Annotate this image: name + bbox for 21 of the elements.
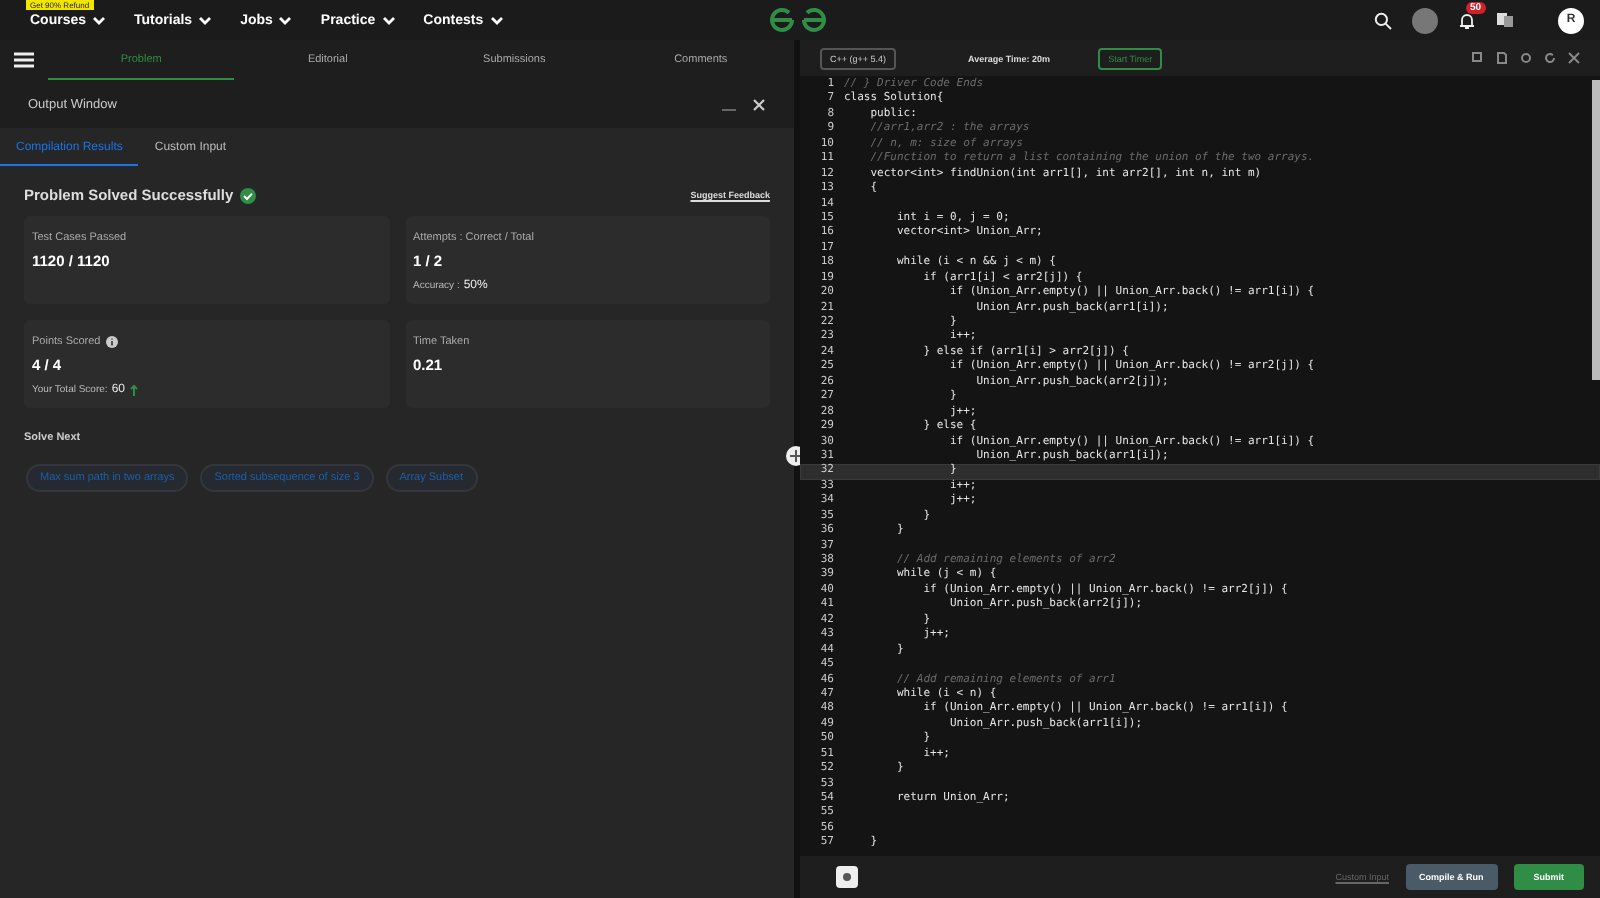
chevron-icon xyxy=(489,15,504,25)
scrollbar[interactable] xyxy=(1592,80,1600,380)
translate-icon[interactable] xyxy=(1496,12,1514,28)
refresh-icon[interactable] xyxy=(1544,52,1556,64)
bell-icon[interactable] xyxy=(1458,11,1476,29)
logo-icon xyxy=(770,6,826,34)
bulb-icon xyxy=(840,870,854,884)
chevron-icon xyxy=(278,15,293,25)
menu-icon[interactable] xyxy=(14,52,34,68)
chevron-icon xyxy=(381,15,396,25)
theme-toggle[interactable] xyxy=(836,866,858,888)
info-icon[interactable] xyxy=(106,336,119,348)
check-circle-icon xyxy=(239,187,256,203)
chevron-icon xyxy=(92,15,107,25)
chevron-icon xyxy=(198,15,213,25)
copy-icon[interactable] xyxy=(1472,52,1484,64)
code-editor[interactable] xyxy=(800,76,1600,856)
close-icon[interactable] xyxy=(752,97,766,111)
profile-button[interactable] xyxy=(1412,7,1438,33)
file-icon[interactable] xyxy=(1496,52,1508,64)
search-icon[interactable] xyxy=(1374,11,1392,29)
